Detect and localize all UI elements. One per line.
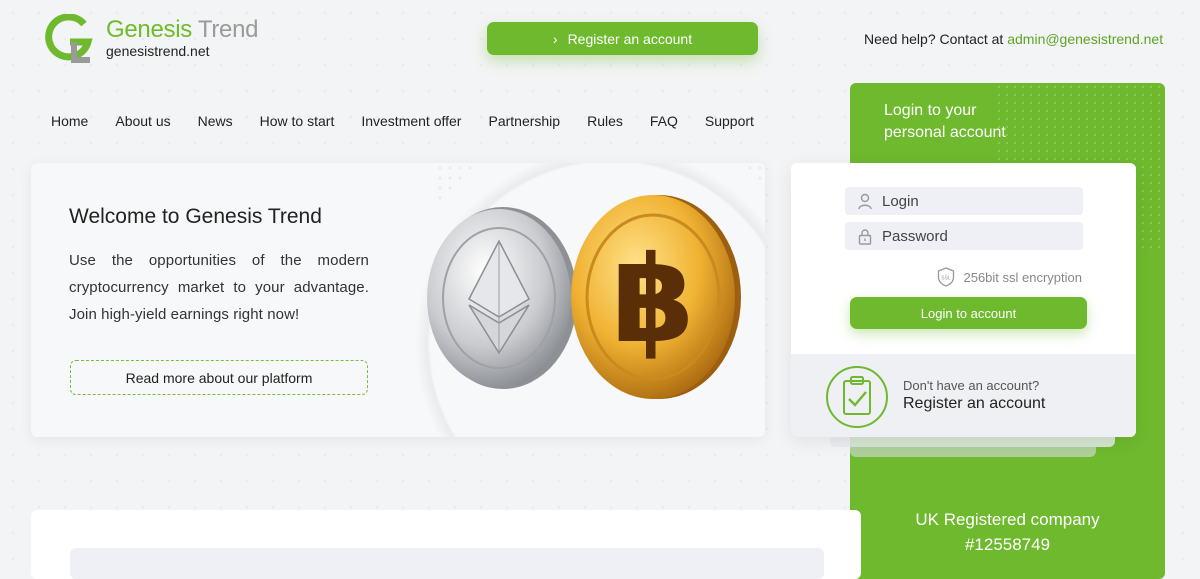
card-stack-shadow-2 bbox=[850, 446, 1096, 457]
nav-rules[interactable]: Rules bbox=[587, 113, 623, 129]
brand-name-trend: Trend bbox=[197, 16, 259, 43]
login-placeholder: Login bbox=[882, 192, 919, 210]
nav-faq[interactable]: FAQ bbox=[650, 113, 678, 129]
ssl-badge-text: SSL bbox=[942, 276, 952, 282]
company-registration-line1: UK Registered company bbox=[915, 510, 1100, 529]
help-text: Need help? Contact at bbox=[864, 31, 1004, 47]
logo-g-icon bbox=[45, 14, 93, 63]
help-email-link[interactable]: admin@genesistrend.net bbox=[1007, 31, 1163, 47]
login-panel-title-line2: personal account bbox=[884, 124, 1006, 141]
nav-news[interactable]: News bbox=[198, 113, 233, 129]
svg-text:฿: ฿ bbox=[611, 231, 695, 370]
dont-have-account-text: Don't have an account? bbox=[903, 378, 1040, 393]
help-contact: Need help? Contact at admin@genesistrend… bbox=[864, 31, 1163, 47]
chevron-right-icon: › bbox=[552, 30, 558, 47]
register-account-text: Register an account bbox=[903, 395, 1046, 412]
brand-name-genesis: Genesis bbox=[106, 16, 192, 43]
ethereum-coin-image bbox=[427, 207, 577, 389]
ssl-text: 256bit ssl encryption bbox=[963, 269, 1082, 285]
user-icon bbox=[858, 193, 872, 209]
login-panel-title-line1: Login to your bbox=[884, 102, 977, 119]
register-account-button[interactable]: › Register an account bbox=[487, 22, 758, 55]
register-account-label: Register an account bbox=[567, 30, 693, 47]
ssl-shield-icon: SSL bbox=[938, 267, 955, 287]
ssl-info: SSL 256bit ssl encryption bbox=[937, 267, 1082, 287]
company-registration-number: #12558749 bbox=[964, 535, 1051, 554]
hero-description: Use the opportunities of the modern cryp… bbox=[69, 252, 369, 323]
nav-about-us[interactable]: About us bbox=[115, 113, 170, 129]
company-registration: UK Registered company #12558749 bbox=[850, 507, 1165, 557]
login-form: Login Password SSL 256bit ssl encryption… bbox=[791, 163, 1136, 437]
content-card-inner bbox=[70, 548, 824, 579]
password-placeholder: Password bbox=[882, 227, 948, 245]
login-panel-title: Login to your personal account bbox=[884, 100, 1006, 144]
site-logo[interactable]: Genesis Trend genesistrend.net bbox=[44, 14, 259, 64]
bitcoin-coin-image: ฿ bbox=[571, 195, 741, 399]
nav-investment-offer[interactable]: Investment offer bbox=[361, 113, 461, 129]
nav-support[interactable]: Support bbox=[705, 113, 754, 129]
nav-how-to-start[interactable]: How to start bbox=[260, 113, 335, 129]
password-input[interactable]: Password bbox=[845, 222, 1083, 250]
nav-partnership[interactable]: Partnership bbox=[488, 113, 560, 129]
login-input[interactable]: Login bbox=[845, 187, 1083, 215]
brand-domain: genesistrend.net bbox=[106, 43, 210, 59]
nav-home[interactable]: Home bbox=[51, 113, 88, 129]
read-more-button[interactable]: Read more about our platform bbox=[70, 360, 368, 395]
main-nav: Home About us News How to start Investme… bbox=[51, 113, 754, 129]
lock-icon bbox=[858, 228, 872, 245]
clipboard-check-icon bbox=[826, 366, 888, 428]
hero-title: Welcome to Genesis Trend bbox=[69, 205, 322, 228]
login-button[interactable]: Login to account bbox=[850, 297, 1087, 329]
register-account-link[interactable]: Don't have an account? Register an accou… bbox=[791, 354, 1136, 437]
hero-banner: Welcome to Genesis Trend Use the opportu… bbox=[31, 163, 765, 437]
